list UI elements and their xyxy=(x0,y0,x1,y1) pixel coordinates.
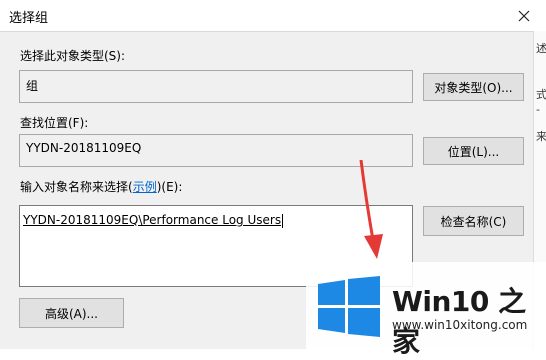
object-type-field: 组 xyxy=(19,70,413,103)
check-names-button[interactable]: 检查名称(C) xyxy=(423,206,524,236)
names-label-suffix: )(E): xyxy=(156,180,183,194)
location-field: YYDN-20181109EQ xyxy=(19,134,413,167)
watermark: Win10 之家 www.win10xitong.com xyxy=(306,262,546,358)
dialog-title: 选择组 xyxy=(9,11,49,26)
logo-pane xyxy=(348,308,380,337)
object-names-text: YYDN-20181109EQ\Performance Log Users xyxy=(23,213,282,227)
names-label: 输入对象名称来选择(示例)(E): xyxy=(20,178,182,195)
close-icon xyxy=(518,10,530,21)
background-char: 述 xyxy=(536,42,546,55)
object-types-button[interactable]: 对象类型(O)... xyxy=(423,73,524,101)
background-char: - xyxy=(536,103,540,116)
background-char: 式 xyxy=(536,88,546,101)
logo-pane xyxy=(318,308,345,333)
location-label: 查找位置(F): xyxy=(20,116,89,130)
watermark-url: www.win10xitong.com xyxy=(392,318,528,332)
close-button[interactable] xyxy=(510,2,538,29)
text-caret xyxy=(282,213,284,228)
background-char: 来 xyxy=(536,130,546,143)
advanced-button[interactable]: 高级(A)... xyxy=(19,298,124,328)
logo-pane xyxy=(348,276,380,305)
object-type-label: 选择此对象类型(S): xyxy=(20,49,126,63)
title-bar: 选择组 xyxy=(0,0,546,32)
locations-button[interactable]: 位置(L)... xyxy=(423,137,524,165)
examples-link[interactable]: 示例 xyxy=(133,180,157,194)
names-label-prefix: 输入对象名称来选择( xyxy=(20,180,133,194)
logo-pane xyxy=(318,280,345,305)
windows-logo-icon xyxy=(318,276,380,337)
